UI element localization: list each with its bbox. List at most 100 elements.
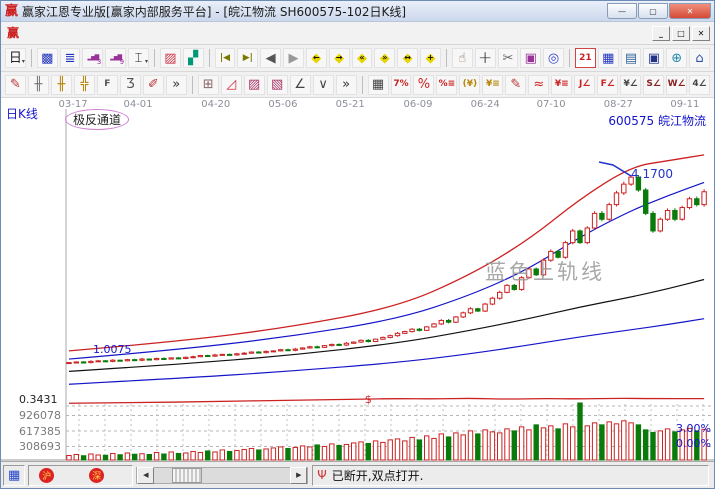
scroll-right-button[interactable]: ▶: [290, 467, 307, 484]
date-tick: 08-27: [598, 99, 638, 110]
calendar-button[interactable]: 21▾: [575, 48, 596, 68]
channel-wave-button[interactable]: ≈▾: [528, 75, 549, 95]
mdi-restore-button[interactable]: □: [672, 26, 690, 41]
f10-info-button[interactable]: ≣▾: [60, 48, 81, 68]
marker-pen-button[interactable]: ✎▾: [505, 75, 526, 95]
minimize-button[interactable]: —: [607, 3, 637, 19]
scroll-left-button[interactable]: ◀: [137, 467, 154, 484]
data-download-button[interactable]: ⊕▾: [666, 48, 687, 68]
mdi-minimize-button[interactable]: _: [652, 26, 670, 41]
pattern-search-button[interactable]: ▨▾: [160, 48, 181, 68]
toolbar-separator: [31, 49, 32, 67]
first-page-button[interactable]: |◀▾: [215, 48, 236, 68]
fib-grid-button[interactable]: F▾: [97, 75, 118, 95]
horizontal-scrollbar[interactable]: ◀ ▶: [136, 467, 308, 484]
more-gann-tools-button[interactable]: »▾: [336, 75, 357, 95]
connection-panel: Ψ 已断开,双点打开.: [312, 465, 709, 486]
period-daily-button[interactable]: 日▾: [5, 48, 26, 68]
scrollbar-thumb[interactable]: [172, 468, 202, 483]
mdi-close-button[interactable]: ✕: [692, 26, 710, 41]
prev-bar-button[interactable]: ◀▾: [260, 48, 281, 68]
scrollbar-track[interactable]: [154, 468, 290, 483]
menu-trade[interactable]: [167, 31, 185, 35]
memo-button[interactable]: ▤▾: [621, 48, 642, 68]
calculator-button[interactable]: ▦▾: [598, 48, 619, 68]
close-button[interactable]: ✕: [669, 3, 711, 19]
win-angle-button[interactable]: W∠▾: [666, 75, 687, 95]
indicator-name-ellipse[interactable]: 极反通道: [65, 109, 129, 130]
gann-fan-button[interactable]: ◿▾: [221, 75, 242, 95]
gann-box-tool-button[interactable]: ▣▾: [520, 48, 541, 68]
pan-left-diamond-button[interactable]: ◆←▾: [306, 48, 327, 68]
kline-chart-canvas[interactable]: $: [1, 98, 714, 461]
remote-service-button[interactable]: ⌂▾: [689, 48, 710, 68]
menu-items: [23, 31, 652, 35]
erase-tool-button[interactable]: ✂▾: [498, 48, 519, 68]
hand-tool-button[interactable]: ☝▾: [452, 48, 473, 68]
time-grid-button[interactable]: ╫▾: [28, 75, 49, 95]
period-label: 日K线: [6, 105, 38, 122]
menu-file[interactable]: [23, 31, 41, 35]
gann-grid-button[interactable]: ⊞▾: [198, 75, 219, 95]
percent-button[interactable]: %▾: [413, 75, 434, 95]
menu-tools[interactable]: [131, 31, 149, 35]
angle-line-button[interactable]: ∠▾: [290, 75, 311, 95]
price-grid-button[interactable]: ▦▾: [368, 75, 389, 95]
connection-status[interactable]: 已断开,双点打开.: [332, 467, 424, 484]
zoom-in-diamond-button[interactable]: ◆»▾: [374, 48, 395, 68]
draw-pen-button[interactable]: ✐▾: [143, 75, 164, 95]
gold-grid2-button[interactable]: ╬▾: [74, 75, 95, 95]
crosshair-tool-button[interactable]: +▾: [475, 48, 496, 68]
expand-diamond-button[interactable]: ◆+▾: [420, 48, 441, 68]
percent-lines-button[interactable]: %≡▾: [436, 75, 457, 95]
pan-right-diamond-button[interactable]: ◆→▾: [329, 48, 350, 68]
kline-chart-area[interactable]: $ 03-1704-0104-2005-0605-2106-0906-2407-…: [1, 98, 714, 461]
gann-square-button[interactable]: ▧▾: [267, 75, 288, 95]
gold-channel-button[interactable]: ¥≡▾: [551, 75, 572, 95]
save-button[interactable]: ▣▾: [643, 48, 664, 68]
maximize-button[interactable]: ▢: [638, 3, 668, 19]
gann-box-button[interactable]: ▨▾: [244, 75, 265, 95]
wave-tool-button[interactable]: ◎▾: [543, 48, 564, 68]
gold-grid-button[interactable]: ╫▾: [51, 75, 72, 95]
draw-brush-button[interactable]: ✎▾: [5, 75, 26, 95]
keyboard-panel: ▦: [3, 465, 25, 486]
menu-browse[interactable]: [41, 31, 59, 35]
menu-gann[interactable]: [77, 31, 95, 35]
menu-formula-picker[interactable]: [95, 31, 113, 35]
compress-diamond-button[interactable]: ◆↔▾: [397, 48, 418, 68]
four-angle-button[interactable]: 4∠▾: [689, 75, 710, 95]
app-menu-icon[interactable]: 赢: [7, 27, 19, 39]
gold-angle-button[interactable]: ¥∠▾: [620, 75, 641, 95]
trend-color-button[interactable]: ▞▾: [183, 48, 204, 68]
gold-lines-button[interactable]: ¥≡▾: [482, 75, 503, 95]
menu-news[interactable]: [59, 31, 77, 35]
zoom-out-diamond-button[interactable]: ◆«▾: [352, 48, 373, 68]
menu-settings[interactable]: [113, 31, 131, 35]
candle-style-button[interactable]: ⌶▾: [128, 48, 149, 68]
spiral-grid-button[interactable]: Ʒ▾: [120, 75, 141, 95]
speed-angle-button[interactable]: S∠▾: [643, 75, 664, 95]
shenzhen-market-icon[interactable]: 深: [89, 468, 104, 483]
date-tick: 03-17: [53, 99, 93, 110]
keyboard-icon[interactable]: ▦: [8, 468, 20, 483]
small-period-9-button[interactable]: ▂▅▇9▾: [105, 48, 126, 68]
application-window: 赢 赢家江恩专业版[赢家内部服务平台] - [皖江物流 SH600575-102…: [0, 0, 715, 489]
toolbar-separator: [209, 49, 210, 67]
percent7-button[interactable]: 7%▾: [391, 75, 412, 95]
gold-circle-button[interactable]: (¥)▾: [459, 75, 480, 95]
menu-window[interactable]: [149, 31, 167, 35]
f-angle-button[interactable]: F∠▾: [597, 75, 618, 95]
wave-line-button[interactable]: ∨▾: [313, 75, 334, 95]
shanghai-market-icon[interactable]: 沪: [39, 468, 54, 483]
app-logo-icon: 赢: [5, 5, 18, 18]
date-tick: 06-24: [465, 99, 505, 110]
chip-distribution-button[interactable]: ▩▾: [37, 48, 58, 68]
more-draw-tools-button[interactable]: »▾: [166, 75, 187, 95]
last-page-button[interactable]: ▶|▾: [237, 48, 258, 68]
j-angle-button[interactable]: J∠▾: [574, 75, 595, 95]
menu-help[interactable]: [185, 31, 203, 35]
next-bar-button[interactable]: ▶▾: [283, 48, 304, 68]
small-period-3-button[interactable]: ▂▅▇3▾: [82, 48, 103, 68]
date-tick: 04-20: [196, 99, 236, 110]
